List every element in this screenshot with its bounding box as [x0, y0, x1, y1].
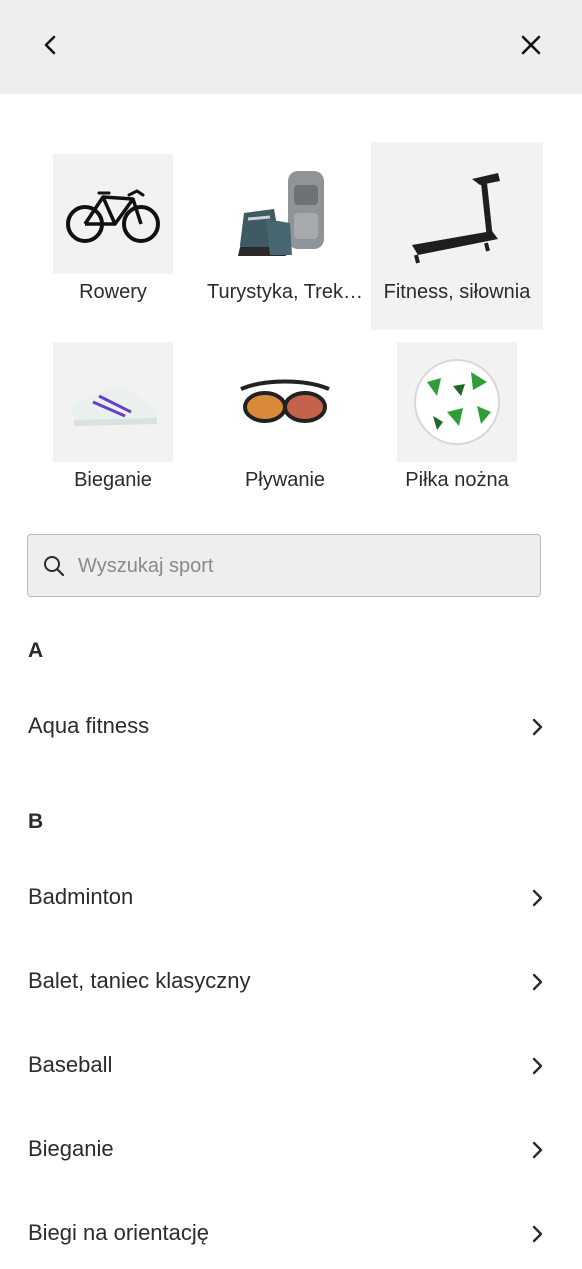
search-icon [44, 556, 65, 577]
list-item[interactable]: Baseball [0, 1036, 582, 1096]
chevron-right-icon [532, 973, 543, 991]
top-bar [0, 0, 582, 94]
category-label: Turystyka, Trek… [207, 281, 363, 303]
category-label: Bieganie [74, 469, 152, 491]
category-tile-hiking[interactable]: Turystyka, Trek… [199, 154, 371, 304]
chevron-right-icon [532, 718, 543, 736]
category-label: Rowery [79, 281, 147, 303]
list-item-label: Biegi na orientację [28, 1220, 210, 1245]
category-tile-running[interactable]: Bieganie [27, 342, 199, 492]
section-letter-b: B [28, 810, 44, 833]
bicycle-image [53, 154, 173, 274]
chevron-right-icon [532, 1057, 543, 1075]
search-input[interactable] [76, 535, 530, 598]
category-label: Fitness, siłownia [383, 281, 531, 303]
chevron-right-icon [532, 1225, 543, 1243]
soccer-ball-image [397, 342, 517, 462]
chevron-right-icon [532, 1141, 543, 1159]
category-tile-fitness[interactable]: Fitness, siłownia [371, 142, 543, 330]
chevron-right-icon [532, 889, 543, 907]
list-item[interactable]: Balet, taniec klasyczny [0, 952, 582, 1012]
swim-goggles-image [225, 342, 345, 462]
search-box[interactable] [27, 534, 541, 598]
category-label: Piłka nożna [405, 469, 509, 491]
close-icon [521, 35, 541, 55]
list-item-label: Balet, taniec klasyczny [28, 968, 251, 993]
category-tile-football[interactable]: Piłka nożna [371, 342, 543, 492]
running-shoe-image [53, 342, 173, 462]
back-button[interactable] [33, 27, 69, 63]
category-tile-bikes[interactable]: Rowery [27, 154, 199, 304]
category-tile-swimming[interactable]: Pływanie [199, 342, 371, 492]
chevron-left-icon [44, 35, 56, 55]
list-item-label: Bieganie [28, 1136, 114, 1161]
list-item-label: Aqua fitness [28, 713, 150, 738]
category-label: Pływanie [244, 469, 326, 491]
list-item[interactable]: Biegi na orientację [0, 1204, 582, 1264]
list-item-label: Badminton [28, 884, 134, 909]
treadmill-image [397, 154, 517, 274]
list-item[interactable]: Badminton [0, 868, 582, 928]
list-item[interactable]: Bieganie [0, 1120, 582, 1180]
hiking-gear-image [225, 154, 345, 274]
list-item[interactable]: Aqua fitness [0, 697, 582, 757]
section-letter-a: A [28, 639, 44, 662]
close-button[interactable] [513, 27, 549, 63]
list-item-label: Baseball [28, 1052, 113, 1077]
